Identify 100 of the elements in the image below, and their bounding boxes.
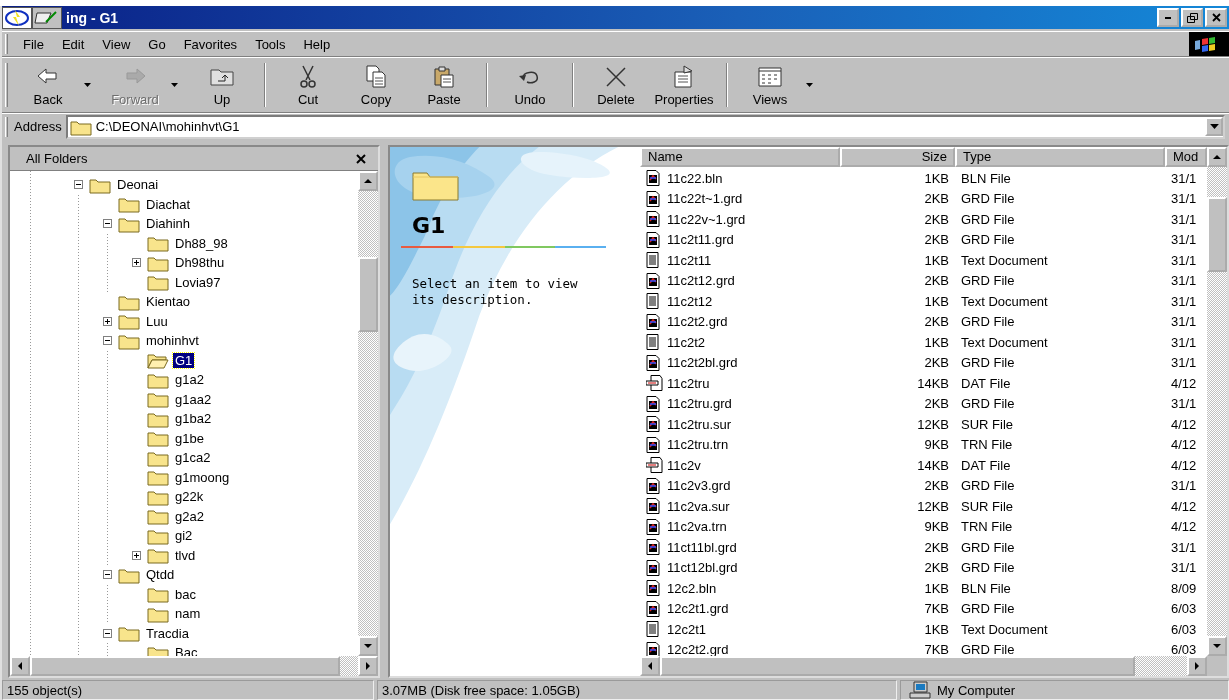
scroll-up-button[interactable]	[1207, 147, 1227, 167]
tree-item[interactable]: nam	[173, 606, 203, 622]
tree-item[interactable]: g1ca2	[173, 450, 213, 466]
scroll-thumb[interactable]	[358, 257, 378, 332]
scroll-left-button[interactable]	[10, 656, 30, 676]
tree-item[interactable]: Deonai	[115, 177, 161, 193]
tree-item[interactable]: g1aa2	[173, 391, 214, 407]
toolbar-button[interactable]: Properties	[650, 61, 718, 109]
caret-icon[interactable]	[84, 83, 91, 87]
minimize-button[interactable]	[1157, 8, 1179, 27]
pen-document-icon[interactable]	[32, 6, 62, 29]
file-name[interactable]: 11c2t12.grd	[667, 273, 735, 289]
file-name[interactable]: 11c2va.trn	[667, 519, 727, 535]
scroll-thumb[interactable]	[660, 656, 1135, 676]
tree-item[interactable]: g1a2	[173, 372, 206, 388]
file-name[interactable]: 11c2t11.grd	[667, 232, 734, 248]
dropdown-button[interactable]	[1205, 117, 1223, 136]
file-name[interactable]: 11ct12bl.grd	[667, 560, 738, 576]
toolbar-button[interactable]: Back	[14, 61, 82, 109]
scrollbar[interactable]	[1207, 147, 1227, 656]
file-name[interactable]: 11c2t2.grd	[667, 314, 728, 330]
menu-item[interactable]: Go	[139, 36, 175, 52]
expand-icon[interactable]	[103, 316, 112, 326]
toolbar-button[interactable]: Copy	[342, 61, 410, 109]
tree-item[interactable]: Lovia97	[173, 274, 223, 290]
address-field[interactable]: C:\DEONAI\mohinhvt\G1	[65, 114, 1225, 139]
toolbar-button[interactable]: Undo	[496, 61, 564, 109]
collapse-icon[interactable]	[74, 180, 83, 190]
tree-item[interactable]: g1ba2	[173, 411, 214, 427]
tree-item[interactable]: gi2	[173, 528, 195, 544]
caret-icon[interactable]	[806, 83, 813, 87]
scroll-right-button[interactable]	[358, 656, 378, 676]
file-name[interactable]: 11c22t~1.grd	[667, 191, 743, 207]
column-header[interactable]: Mod	[1165, 147, 1207, 167]
file-name[interactable]: 11c2v3.grd	[667, 478, 731, 494]
expand-icon[interactable]	[132, 550, 141, 560]
tree-item[interactable]: g22k	[173, 489, 206, 505]
toolbar-button[interactable]: Paste	[410, 61, 478, 109]
file-name[interactable]: 11c2t2bl.grd	[667, 355, 738, 371]
file-name[interactable]: 11c2tru.sur	[667, 416, 732, 432]
tree-item[interactable]: Dh98thu	[173, 255, 227, 271]
scrollbar[interactable]	[640, 656, 1227, 676]
collapse-icon[interactable]	[103, 570, 112, 580]
file-name[interactable]: 11ct11bl.grd	[667, 539, 737, 555]
tree-item[interactable]: Tracdia	[144, 625, 191, 641]
menu-item[interactable]: File	[14, 36, 53, 52]
expand-icon[interactable]	[132, 258, 141, 268]
file-name[interactable]: 12c2t1.grd	[667, 601, 729, 617]
file-name[interactable]: 12c2.bln	[667, 580, 717, 596]
file-name[interactable]: 11c2tru	[667, 375, 710, 391]
toolbar-button[interactable]: Delete	[582, 61, 650, 109]
tree-item[interactable]: tlvd	[173, 547, 198, 563]
tree-item[interactable]: G1	[173, 352, 195, 368]
collapse-icon[interactable]	[103, 628, 112, 638]
tree-item[interactable]: g1moong	[173, 469, 232, 485]
scroll-up-button[interactable]	[358, 171, 378, 191]
tree-item[interactable]: g1be	[173, 430, 206, 446]
toolbar-button[interactable]: Cut	[274, 61, 342, 109]
menu-item[interactable]: Favorites	[174, 36, 247, 52]
menu-item[interactable]: Tools	[246, 36, 295, 52]
file-name[interactable]: 11c2t12	[667, 293, 713, 309]
file-name[interactable]: 11c2tru.trn	[667, 437, 729, 453]
toolbar-button[interactable]: Up	[188, 61, 256, 109]
tree-item[interactable]: Luu	[144, 313, 170, 329]
scroll-down-button[interactable]	[358, 636, 378, 656]
tree-item[interactable]: Kientao	[144, 294, 193, 310]
file-name[interactable]: 11c22.bln	[667, 170, 723, 186]
collapse-icon[interactable]	[103, 219, 112, 229]
tree-item[interactable]: bac	[173, 586, 198, 602]
file-name[interactable]: 11c2t2	[667, 334, 706, 350]
scroll-thumb[interactable]	[1207, 197, 1227, 272]
tree-item[interactable]: Dh88_98	[173, 235, 230, 251]
tree-item[interactable]: Qtdd	[144, 567, 177, 583]
collapse-icon[interactable]	[103, 336, 112, 346]
tree-item[interactable]: mohinhvt	[144, 333, 201, 349]
scroll-thumb[interactable]	[30, 656, 340, 676]
tree-item[interactable]: Diahinh	[144, 216, 193, 232]
scroll-right-button[interactable]	[1187, 656, 1207, 676]
menu-item[interactable]: View	[93, 36, 140, 52]
scrollbar[interactable]	[10, 656, 378, 676]
tree-item[interactable]: g2a2	[173, 508, 206, 524]
scroll-left-button[interactable]	[640, 656, 660, 676]
file-name[interactable]: 11c22v~1.grd	[667, 211, 746, 227]
menu-item[interactable]: Edit	[52, 36, 94, 52]
column-header[interactable]: Type	[955, 147, 1165, 167]
file-name[interactable]: 12c2t1	[667, 621, 707, 637]
app-logo-icon[interactable]	[2, 6, 32, 29]
toolbar-button[interactable]: Views	[736, 61, 804, 109]
file-name[interactable]: 11c2v	[667, 457, 701, 473]
column-header[interactable]: Name	[640, 147, 840, 167]
scroll-down-button[interactable]	[1207, 636, 1227, 656]
restore-button[interactable]	[1181, 8, 1203, 27]
tree-item[interactable]: Diachat	[144, 196, 193, 212]
scrollbar[interactable]	[358, 171, 378, 656]
file-name[interactable]: 11c2t11	[667, 252, 712, 268]
close-button[interactable]	[356, 153, 366, 164]
file-name[interactable]: 11c2va.sur	[667, 498, 730, 514]
menu-item[interactable]: Help	[294, 36, 340, 52]
file-name[interactable]: 11c2tru.grd	[667, 396, 732, 412]
column-header[interactable]: Size	[840, 147, 955, 167]
